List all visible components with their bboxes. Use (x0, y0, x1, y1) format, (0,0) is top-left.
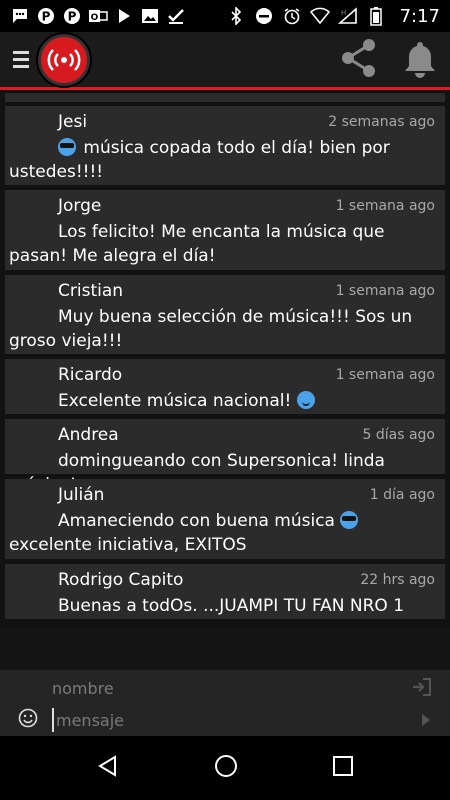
svg-text:O: O (91, 13, 99, 23)
battery-icon (366, 6, 386, 26)
svg-text:H: H (341, 9, 346, 17)
wifi-icon (309, 6, 330, 26)
dnd-icon (254, 6, 274, 26)
pinterest-icon: P (36, 6, 56, 26)
feed-footer-strip (0, 628, 450, 670)
message-input[interactable] (52, 708, 392, 732)
comment-card: Cristian 1 semana ago Muy buena selecció… (5, 275, 445, 354)
comment-card: Jorge 1 semana ago Los felicito! Me enca… (5, 190, 445, 270)
check-icon (166, 6, 186, 26)
comment-composer (0, 670, 450, 736)
comment-time: 2 semanas ago (328, 114, 435, 130)
comment-card: Andrea 5 días ago domingueando con Super… (5, 419, 445, 495)
svg-text:P: P (42, 10, 51, 24)
smile-emoji-icon (296, 391, 315, 409)
comment-author: Andrea (58, 425, 119, 445)
comment-card: Jesi 2 semanas ago música copada todo el… (5, 106, 445, 185)
comment-text: Excelente música nacional! (9, 389, 445, 413)
radio-broadcast-icon[interactable] (38, 33, 90, 86)
status-time: 7:17 (399, 5, 440, 27)
svg-text:P: P (68, 10, 77, 24)
comment-author: Rodrigo Capito (58, 570, 184, 590)
comment-author: Ricardo (58, 365, 123, 385)
hamburger-icon[interactable] (4, 31, 38, 89)
comment-author: Jesi (58, 112, 88, 132)
outlook-icon: O (88, 6, 108, 26)
comment-time: 1 día ago (369, 487, 435, 503)
send-icon[interactable] (421, 712, 431, 731)
comment-text: Muy buena selección de música!!! Sos un … (9, 307, 413, 351)
comment-text: música copada todo el día! bien por uste… (9, 138, 390, 182)
back-icon[interactable] (96, 754, 120, 782)
signal-icon: H (337, 6, 358, 26)
alarm-icon (282, 6, 302, 26)
chat-icon (10, 6, 30, 26)
partial-comment-card (5, 93, 445, 102)
comment-text: Los felicito! Me encanta la música que p… (9, 222, 385, 266)
comment-time: 5 días ago (362, 427, 436, 443)
login-icon[interactable] (412, 678, 432, 700)
comment-author: Cristian (58, 281, 124, 301)
comment-card: Julián 1 día ago Amaneciendo con buena m… (5, 479, 445, 559)
system-nav-bar (0, 736, 450, 800)
comment-card: Ricardo 1 semana ago Excelente música na… (5, 359, 445, 414)
share-icon[interactable] (338, 37, 380, 83)
comment-card: Rodrigo Capito 22 hrs ago Buenas a todOs… (5, 564, 445, 619)
bell-icon[interactable] (402, 38, 438, 82)
comment-text: Amaneciendo con buena música excelente i… (9, 509, 445, 557)
pinterest-icon: P (62, 6, 82, 26)
comment-text: Buenas a todOs. ...JUAMPI TU FAN NRO 1 (58, 596, 405, 616)
comment-time: 1 semana ago (335, 367, 435, 383)
recents-icon[interactable] (332, 755, 354, 781)
comment-time: 1 semana ago (335, 283, 435, 299)
comments-feed[interactable]: Jesi 2 semanas ago música copada todo el… (0, 93, 450, 628)
sunglasses-emoji-icon (340, 511, 359, 529)
image-icon (140, 6, 160, 26)
emoji-picker-icon[interactable] (18, 708, 38, 732)
app-bar (0, 32, 450, 90)
comment-time: 22 hrs ago (360, 572, 435, 588)
comment-author: Jorge (58, 196, 102, 216)
comment-author: Julián (58, 485, 105, 505)
comment-time: 1 semana ago (335, 198, 435, 214)
sunglasses-emoji-icon (58, 138, 76, 156)
play-icon (114, 6, 134, 26)
bluetooth-icon (226, 6, 246, 26)
home-icon[interactable] (213, 753, 239, 783)
status-bar: P P O H 7:17 (0, 0, 450, 32)
name-input[interactable] (52, 676, 382, 700)
